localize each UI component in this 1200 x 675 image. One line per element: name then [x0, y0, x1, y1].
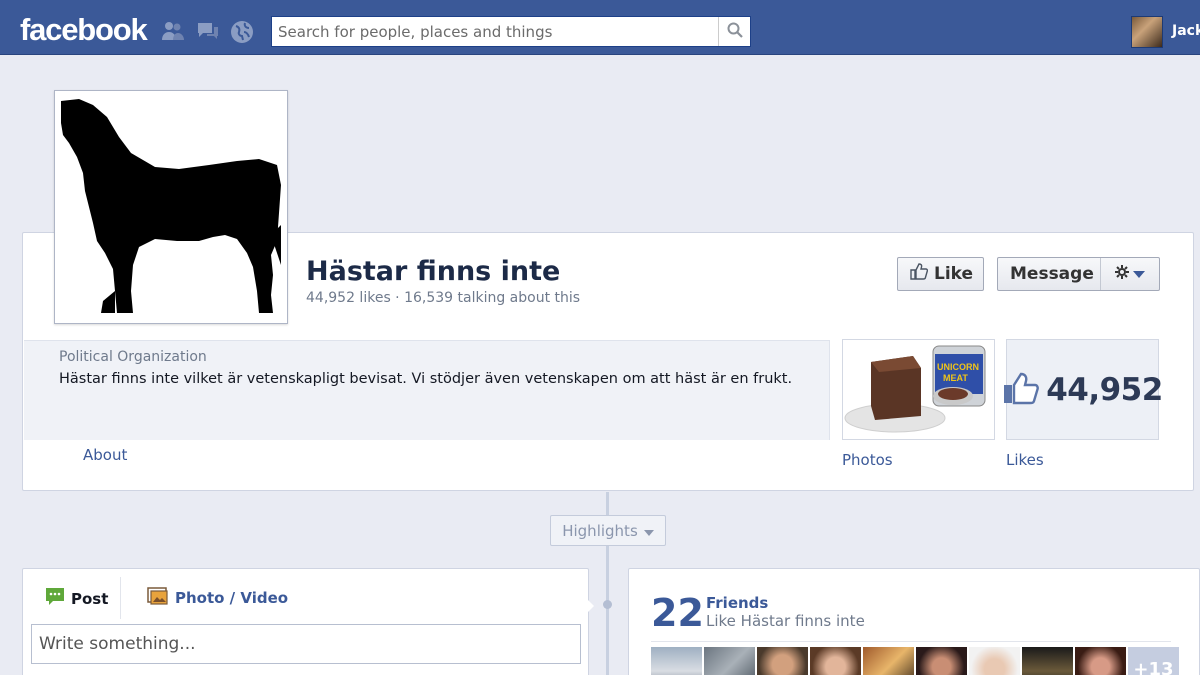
page-settings-dropdown[interactable]: [1101, 258, 1159, 290]
thumbs-up-icon: [910, 263, 929, 285]
about-section: Political Organization Hästar finns inte…: [24, 340, 830, 440]
user-name-link[interactable]: Jack: [1172, 23, 1200, 39]
facebook-logo[interactable]: facebook: [20, 12, 148, 48]
photos-link[interactable]: Photos: [842, 451, 893, 469]
page-title: Hästar finns inte: [306, 256, 561, 287]
friend-avatar[interactable]: [1022, 647, 1073, 675]
messages-icon[interactable]: [196, 20, 218, 42]
write-something-input[interactable]: Write something...: [31, 624, 581, 664]
notifications-globe-icon[interactable]: [230, 20, 253, 43]
highlights-label: Highlights: [562, 521, 638, 540]
top-navigation-bar: facebook Jack: [0, 0, 1200, 55]
search-icon: [727, 22, 743, 42]
friend-avatar[interactable]: [916, 647, 967, 675]
search-box: [271, 16, 751, 47]
message-button[interactable]: Message: [998, 258, 1102, 290]
search-button[interactable]: [718, 17, 750, 46]
photo-icon: [147, 587, 169, 609]
friend-avatars: +13: [651, 647, 1179, 675]
friend-avatar[interactable]: [810, 647, 861, 675]
friends-subtitle: Like Hästar finns inte: [706, 612, 865, 630]
likes-count: 44,952: [1046, 371, 1163, 408]
chevron-down-icon: [643, 522, 654, 540]
friend-avatar[interactable]: [1075, 647, 1126, 675]
friends-like-card: 22 Friends Like Hästar finns inte +13: [628, 568, 1200, 675]
like-button[interactable]: Like: [897, 257, 984, 291]
about-link[interactable]: About: [83, 446, 127, 464]
tab-post[interactable]: Post: [45, 587, 108, 611]
tab-photo-video[interactable]: Photo / Video: [147, 587, 288, 609]
friends-link[interactable]: Friends: [706, 594, 768, 612]
friends-count: 22: [651, 591, 704, 635]
profile-picture[interactable]: [54, 90, 288, 324]
tab-photo-video-label: Photo / Video: [175, 589, 289, 607]
gear-icon: [1115, 264, 1130, 284]
friend-avatar[interactable]: [757, 647, 808, 675]
page-description: Hästar finns inte vilket är vetenskaplig…: [59, 371, 793, 387]
friend-avatar[interactable]: [651, 647, 702, 675]
composer-pointer: [586, 598, 594, 614]
user-avatar[interactable]: [1131, 16, 1163, 48]
message-button-group: Message: [997, 257, 1160, 291]
like-button-label: Like: [934, 264, 974, 284]
timeline-dot: [603, 600, 612, 609]
friend-avatar[interactable]: [969, 647, 1020, 675]
thumbs-up-icon: [1002, 371, 1040, 409]
page-category: Political Organization: [59, 349, 207, 365]
photos-preview-image: UNICORN MEAT: [843, 340, 994, 439]
status-bubble-icon: [45, 587, 65, 611]
svg-text:UNICORN: UNICORN: [937, 362, 979, 372]
likes-link[interactable]: Likes: [1006, 451, 1044, 469]
friend-requests-icon[interactable]: [161, 20, 184, 42]
page-stats: 44,952 likes · 16,539 talking about this: [306, 290, 581, 306]
more-friends-button[interactable]: +13: [1128, 647, 1179, 675]
highlights-dropdown[interactable]: Highlights: [550, 515, 666, 546]
chevron-down-icon: [1133, 264, 1146, 284]
tab-separator: [120, 577, 121, 619]
likes-thumbnail[interactable]: 44,952: [1004, 339, 1163, 440]
friend-avatar[interactable]: [704, 647, 755, 675]
friend-avatar[interactable]: [863, 647, 914, 675]
horse-silhouette-image: [59, 95, 283, 319]
svg-text:MEAT: MEAT: [943, 373, 968, 383]
search-input[interactable]: [272, 17, 720, 46]
divider: [651, 641, 1171, 642]
tab-post-label: Post: [71, 590, 109, 608]
post-composer: Post Photo / Video Write something...: [22, 568, 589, 675]
photos-thumbnail[interactable]: UNICORN MEAT: [842, 339, 995, 440]
